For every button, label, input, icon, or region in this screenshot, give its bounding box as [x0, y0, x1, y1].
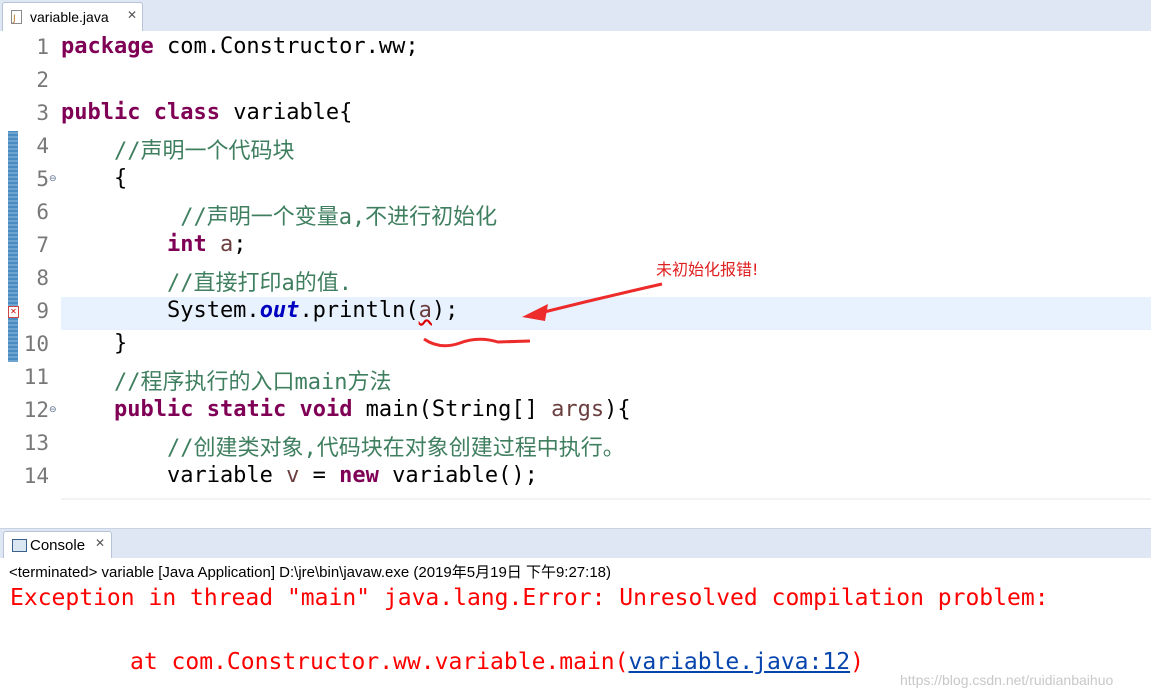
console-stack-line: at com.Constructor.ww.variable.main(vari…	[130, 649, 864, 675]
console-tab-bar: Console ✕	[0, 528, 1151, 559]
stack-text: at com.Constructor.ww.variable.main(	[130, 649, 629, 675]
console-tab-label: Console	[30, 537, 86, 554]
stack-text: )	[850, 649, 864, 675]
console-icon	[12, 539, 27, 552]
console-status: <terminated> variable [Java Application]…	[9, 564, 611, 581]
close-icon[interactable]: ✕	[95, 536, 105, 550]
annotation-arrow	[539, 282, 663, 315]
stack-source-link[interactable]: variable.java:12	[629, 649, 851, 675]
console-tab[interactable]: Console ✕	[3, 531, 112, 559]
watermark: https://blog.csdn.net/ruidianbaihuo	[900, 672, 1114, 688]
console-error-line: Exception in thread "main" java.lang.Err…	[10, 585, 1049, 611]
annotation-arrowhead	[522, 304, 548, 321]
annotation-underline	[423, 337, 531, 348]
